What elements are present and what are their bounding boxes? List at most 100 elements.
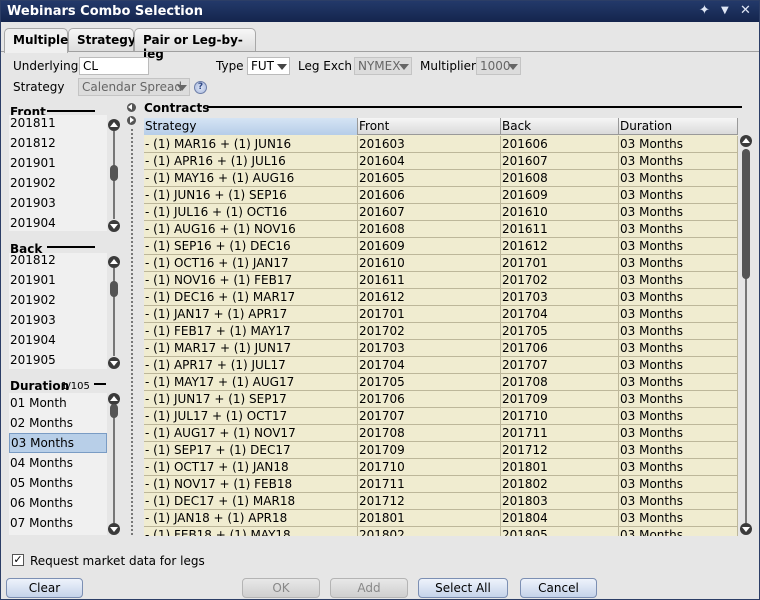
table-cell: 201704 (358, 357, 501, 374)
table-cell: 03 Months (619, 408, 738, 425)
table-cell: 03 Months (619, 170, 738, 187)
help-icon[interactable]: ? (194, 81, 207, 94)
table-cell: 03 Months (619, 187, 738, 204)
scroll-up-icon[interactable] (740, 135, 752, 147)
list-item[interactable]: 201905 (9, 350, 107, 369)
list-item[interactable]: 201903 (9, 193, 107, 213)
table-row[interactable]: - (1) JAN18 + (1) APR18 201801 201804 03 Mo… (144, 510, 738, 527)
list-item[interactable]: 04 Months (9, 453, 107, 473)
table-row[interactable]: - (1) DEC17 + (1) MAR18 201712 201803 03 Mo… (144, 493, 738, 510)
close-icon[interactable]: ✕ (740, 3, 751, 18)
table-row[interactable]: - (1) JUN17 + (1) SEP17 201706 201709 03 Mo… (144, 391, 738, 408)
back-scrollbar[interactable] (107, 254, 121, 370)
tab-multiple[interactable]: Multiple (4, 28, 68, 53)
list-item[interactable]: 201904 (9, 330, 107, 350)
table-row[interactable]: - (1) OCT17 + (1) JAN18 201710 201801 03 Mo… (144, 459, 738, 476)
table-cell: - (1) DEC16 + (1) MAR17 (144, 289, 358, 306)
table-row[interactable]: - (1) SEP16 + (1) DEC16 201609 201612 03 Mo… (144, 238, 738, 255)
list-item[interactable]: 201903 (9, 310, 107, 330)
list-item[interactable]: 201811 (9, 115, 107, 133)
table-row[interactable]: - (1) JUL17 + (1) OCT17 201707 201710 03 Mo… (144, 408, 738, 425)
front-scrollbar[interactable] (107, 117, 121, 233)
column-header-back[interactable]: Back (501, 118, 619, 135)
splitter-handle[interactable] (131, 129, 133, 535)
table-row[interactable]: - (1) NOV16 + (1) FEB17 201611 201702 03 Mo… (144, 272, 738, 289)
table-row[interactable]: - (1) SEP17 + (1) DEC17 201709 201712 03 Mo… (144, 442, 738, 459)
collapse-left-icon[interactable] (127, 103, 136, 112)
column-header-strategy[interactable]: Strategy (144, 118, 358, 135)
list-item[interactable]: 05 Months (9, 473, 107, 493)
table-row[interactable]: - (1) DEC16 + (1) MAR17 201612 201703 03 Mo… (144, 289, 738, 306)
scroll-down-icon[interactable] (108, 523, 120, 535)
table-cell: 201711 (358, 476, 501, 493)
type-select[interactable]: FUT (247, 57, 290, 75)
table-row[interactable]: - (1) MAR16 + (1) JUN16 201603 201606 03 Mo… (144, 136, 738, 153)
scroll-up-icon[interactable] (108, 256, 120, 268)
tab-underline (1, 51, 759, 52)
list-item[interactable]: 201902 (9, 173, 107, 193)
table-row[interactable]: - (1) JUN16 + (1) SEP16 201606 201609 03 Mo… (144, 187, 738, 204)
combo-selection-window: Webinars Combo Selection ✦ ▼ ✕ Multiple … (0, 0, 760, 600)
table-row[interactable]: - (1) FEB17 + (1) MAY17 201702 201705 03 Mo… (144, 323, 738, 340)
scroll-down-icon[interactable] (108, 357, 120, 369)
list-item[interactable]: 201902 (9, 290, 107, 310)
table-row[interactable]: - (1) JAN17 + (1) APR17 201701 201704 03 Mo… (144, 306, 738, 323)
table-row[interactable]: - (1) MAR17 + (1) JUN17 201703 201706 03 Mo… (144, 340, 738, 357)
ok-button[interactable]: OK (242, 578, 320, 598)
expand-right-icon[interactable] (127, 116, 136, 125)
list-item[interactable]: 06 Months (9, 493, 107, 513)
contracts-scrollbar[interactable] (739, 135, 753, 537)
duration-scrollbar[interactable] (107, 392, 121, 536)
scroll-thumb[interactable] (110, 165, 118, 181)
list-item[interactable]: 201812 (9, 253, 107, 270)
table-row[interactable]: - (1) NOV17 + (1) FEB18 201711 201802 03 Mo… (144, 476, 738, 493)
leg-exch-select[interactable]: NYMEX (354, 57, 412, 75)
table-row[interactable]: - (1) OCT16 + (1) JAN17 201610 201701 03 Mo… (144, 255, 738, 272)
table-row[interactable]: - (1) FEB18 + (1) MAY18 201802 201805 03 Mo… (144, 527, 738, 536)
list-item[interactable]: 201904 (9, 213, 107, 231)
table-cell: - (1) NOV17 + (1) FEB18 (144, 476, 358, 493)
strategy-select[interactable]: Calendar Spread (78, 78, 190, 96)
front-list[interactable]: 201811 201812 201901 201902 201903 20190… (9, 115, 107, 231)
list-item[interactable]: 02 Months (9, 413, 107, 433)
table-row[interactable]: - (1) JUL16 + (1) OCT16 201607 201610 03 Mo… (144, 204, 738, 221)
add-button[interactable]: Add (330, 578, 408, 598)
menu-dropdown-icon[interactable]: ▼ (721, 5, 729, 16)
list-item-selected[interactable]: 03 Months (9, 433, 107, 453)
underlying-input[interactable]: CL (79, 57, 149, 75)
table-cell: 201611 (501, 221, 619, 238)
table-cell: 201706 (358, 391, 501, 408)
duration-list[interactable]: 01 Month 02 Months 03 Months 04 Months 0… (9, 393, 107, 535)
cancel-button[interactable]: Cancel (520, 578, 597, 598)
tab-pair-or-leg-by-leg[interactable]: Pair or Leg-by-leg (134, 28, 256, 61)
multiplier-select[interactable]: 1000 (476, 57, 521, 75)
scroll-down-icon[interactable] (108, 220, 120, 232)
table-cell: - (1) APR16 + (1) JUL16 (144, 153, 358, 170)
scroll-thumb[interactable] (742, 149, 750, 279)
table-cell: - (1) SEP17 + (1) DEC17 (144, 442, 358, 459)
table-row[interactable]: - (1) MAY16 + (1) AUG16 201605 201608 03 Mo… (144, 170, 738, 187)
table-row[interactable]: - (1) APR16 + (1) JUL16 201604 201607 03 Mo… (144, 153, 738, 170)
list-item[interactable]: 07 Months (9, 513, 107, 533)
table-row[interactable]: - (1) MAY17 + (1) AUG17 201705 201708 03 Mo… (144, 374, 738, 391)
scroll-down-icon[interactable] (740, 523, 752, 535)
list-item[interactable]: 201901 (9, 153, 107, 173)
back-list[interactable]: 201812 201901 201902 201903 201904 20190… (9, 253, 107, 369)
table-row[interactable]: - (1) AUG16 + (1) NOV16 201608 201611 03 Mo… (144, 221, 738, 238)
pin-icon[interactable]: ✦ (699, 3, 710, 18)
list-item[interactable]: 201812 (9, 133, 107, 153)
table-row[interactable]: - (1) AUG17 + (1) NOV17 201708 201711 03 Mo… (144, 425, 738, 442)
table-row[interactable]: - (1) APR17 + (1) JUL17 201704 201707 03 Mo… (144, 357, 738, 374)
scroll-up-icon[interactable] (108, 119, 120, 131)
select-all-button[interactable]: Select All (418, 578, 508, 598)
tab-strategy[interactable]: Strategy (68, 28, 136, 52)
scroll-thumb[interactable] (110, 281, 118, 297)
chevron-down-icon (177, 85, 187, 91)
column-header-duration[interactable]: Duration (619, 118, 738, 135)
request-market-data-checkbox[interactable]: ✓ (12, 554, 24, 566)
clear-button[interactable]: Clear (6, 578, 83, 598)
column-header-front[interactable]: Front (358, 118, 501, 135)
scroll-thumb[interactable] (110, 404, 118, 418)
list-item[interactable]: 201901 (9, 270, 107, 290)
list-item[interactable]: 01 Month (9, 393, 107, 413)
